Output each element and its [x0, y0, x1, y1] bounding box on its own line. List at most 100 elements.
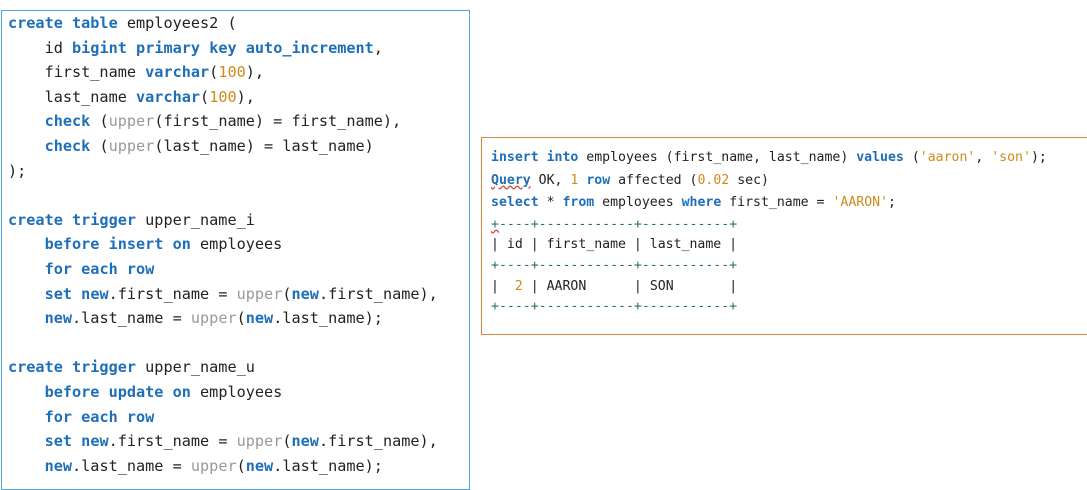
- code-line: check (upper(first_name) = first_name),: [8, 109, 469, 134]
- code-line: check (upper(last_name) = last_name): [8, 134, 469, 159]
- code-token: 100: [218, 63, 246, 82]
- code-token: bigint: [72, 38, 127, 57]
- code-token: first_name: [8, 63, 146, 82]
- code-token: before insert on: [44, 235, 191, 254]
- code-token: employees: [190, 382, 283, 401]
- code-token: +: [491, 216, 499, 232]
- code-token: check: [44, 136, 91, 155]
- code-token: .last_name);: [273, 456, 383, 475]
- code-token: upper: [108, 112, 155, 131]
- code-token: employees2 (: [117, 14, 237, 32]
- code-line: last_name varchar(100),: [8, 85, 469, 110]
- code-token: where: [681, 195, 722, 211]
- code-token: new: [81, 432, 109, 451]
- code-token: upper: [108, 136, 155, 155]
- code-token: before update on: [44, 382, 191, 401]
- sql-code-editor[interactable]: create table employees2 ( id bigint prim…: [1, 10, 470, 490]
- code-token: .last_name =: [72, 309, 191, 328]
- code-token: id: [8, 38, 73, 57]
- code-token: | id | first_name | last_name |: [491, 237, 738, 253]
- code-token: for each row: [44, 407, 155, 426]
- code-token: varchar: [145, 63, 210, 82]
- result-table-line: +----+------------+-----------+: [491, 256, 1087, 277]
- code-token: +----+------------+-----------+: [491, 257, 738, 273]
- code-line: before update on employees: [8, 380, 469, 405]
- code-token: row: [586, 172, 611, 188]
- code-line: set new.first_name = upper(new.first_nam…: [8, 429, 469, 454]
- code-token: (last_name) = last_name): [154, 136, 374, 155]
- code-token: for each row: [44, 259, 155, 278]
- code-token: 0.02: [697, 172, 730, 188]
- code-token: check: [44, 112, 91, 131]
- code-token: .last_name);: [273, 309, 383, 328]
- code-token: new: [44, 309, 73, 328]
- code-token: new: [291, 284, 319, 303]
- code-token: employees: [594, 195, 682, 211]
- result-table-line: +----+------------+-----------+: [491, 215, 1087, 236]
- code-line: first_name varchar(100),: [8, 60, 469, 85]
- code-line: create table employees2 (: [8, 11, 469, 36]
- code-line: before insert on employees: [8, 232, 469, 257]
- code-token: 'aaron': [919, 150, 976, 165]
- code-token: );: [1030, 150, 1047, 165]
- mysql-console-output: insert into employees (first_name, last_…: [481, 137, 1087, 335]
- code-token: upper_name_u: [136, 358, 255, 377]
- code-token: );: [8, 161, 27, 180]
- code-line: create trigger upper_name_u: [8, 355, 469, 380]
- code-token: ,: [975, 150, 992, 165]
- code-token: create table: [8, 14, 118, 32]
- code-token: new: [245, 456, 274, 475]
- code-token: (: [236, 309, 246, 328]
- code-token: ;: [888, 195, 896, 211]
- code-token: values: [856, 150, 904, 165]
- code-token: first_name =: [721, 195, 833, 211]
- code-token: employees: [190, 235, 283, 254]
- code-token: ),: [245, 63, 265, 82]
- code-token: 100: [209, 87, 237, 106]
- code-token: sec): [729, 172, 769, 188]
- code-token: affected (: [610, 172, 698, 188]
- code-token: last_name: [8, 87, 137, 106]
- code-token: (first_name) = first_name),: [154, 112, 402, 131]
- code-token: Query: [491, 172, 531, 188]
- code-line: id bigint primary key auto_increment,: [8, 36, 469, 61]
- code-token: set: [44, 432, 73, 451]
- code-token: ----+------------+-----------+: [498, 216, 738, 232]
- code-line: );: [8, 159, 469, 184]
- code-token: 2: [514, 278, 523, 294]
- code-line: new.last_name = upper(new.last_name);: [8, 454, 469, 479]
- code-token: (: [90, 136, 109, 155]
- code-token: (: [200, 87, 210, 106]
- code-token: employees (first_name, last_name): [578, 150, 857, 165]
- code-line: set new.first_name = upper(new.first_nam…: [8, 282, 469, 307]
- code-token: (: [903, 150, 920, 165]
- code-token: |: [491, 278, 515, 294]
- code-token: insert into: [491, 150, 579, 165]
- code-token: new: [81, 284, 109, 303]
- code-token: upper_name_i: [136, 210, 255, 229]
- code-token: primary key auto_increment: [136, 38, 374, 57]
- code-token: .first_name),: [318, 284, 438, 303]
- code-token: varchar: [136, 87, 201, 106]
- console-line: Query OK, 1 row affected (0.02 sec): [491, 170, 1087, 193]
- code-token: +----+------------+-----------+: [491, 299, 738, 315]
- code-token: ),: [236, 87, 255, 106]
- code-token: (: [90, 112, 109, 131]
- code-token: 'AARON': [832, 195, 889, 211]
- code-token: set: [44, 284, 73, 303]
- code-token: ,: [373, 38, 383, 57]
- code-token: (: [282, 432, 292, 451]
- code-token: 'son': [991, 150, 1031, 165]
- code-token: .first_name =: [108, 284, 237, 303]
- code-line: for each row: [8, 405, 469, 430]
